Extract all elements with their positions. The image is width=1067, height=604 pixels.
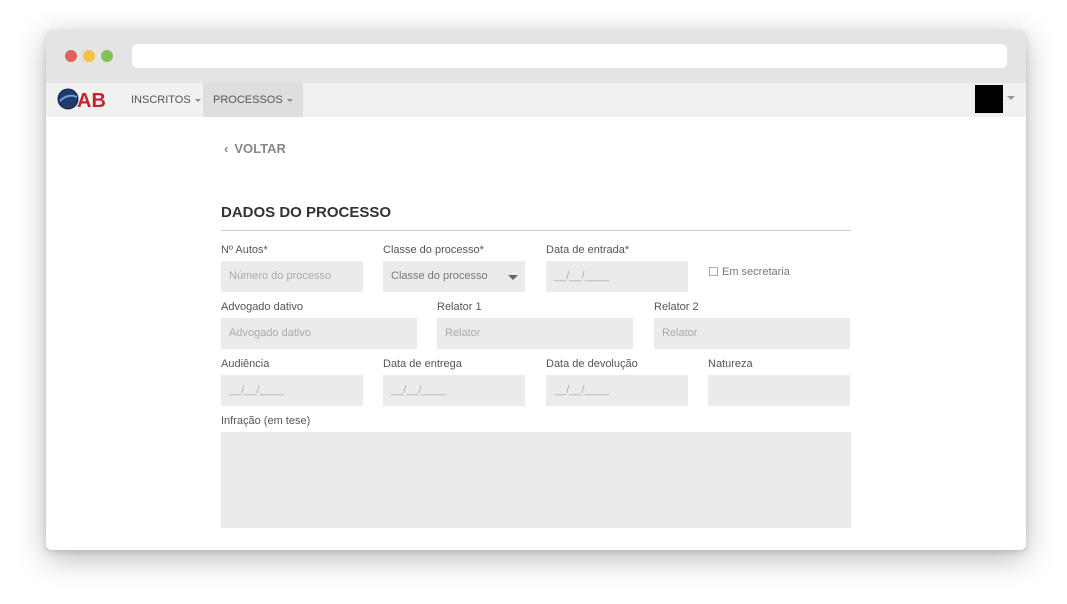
relator1-label: Relator 1	[437, 301, 482, 313]
classe-processo-label: Classe do processo*	[383, 244, 484, 256]
classe-processo-value: Classe do processo	[391, 270, 488, 282]
top-navbar: AB INSCRITOS PROCESSOS	[46, 83, 1026, 117]
maximize-window-button[interactable]	[101, 50, 113, 62]
close-window-button[interactable]	[65, 50, 77, 62]
browser-window: AB INSCRITOS PROCESSOS ‹ VOLTAR DADOS DO …	[46, 30, 1026, 550]
data-entrega-input[interactable]	[383, 375, 525, 406]
data-entrada-label: Data de entrada*	[546, 244, 630, 256]
data-entrega-label: Data de entrega	[383, 358, 462, 370]
natureza-label: Natureza	[708, 358, 753, 370]
user-menu-chevron-icon[interactable]	[1007, 96, 1015, 100]
infracao-textarea[interactable]	[221, 432, 851, 528]
numero-autos-label: Nº Autos*	[221, 244, 268, 256]
dropdown-arrow-icon	[508, 275, 518, 280]
nav-inscritos[interactable]: INSCRITOS	[121, 83, 211, 117]
section-divider	[221, 230, 851, 231]
natureza-input[interactable]	[708, 375, 850, 406]
em-secretaria-checkbox[interactable]	[709, 267, 718, 276]
minimize-window-button[interactable]	[83, 50, 95, 62]
advogado-dativo-label: Advogado dativo	[221, 301, 303, 313]
chevron-left-icon: ‹	[224, 141, 229, 156]
section-title: DADOS DO PROCESSO	[221, 204, 392, 221]
audiencia-label: Audiência	[221, 358, 270, 370]
chevron-down-icon	[286, 98, 293, 102]
data-devolucao-input[interactable]	[546, 375, 688, 406]
infracao-label: Infração (em tese)	[221, 415, 311, 427]
advogado-dativo-input[interactable]	[221, 318, 417, 349]
relator1-input[interactable]	[437, 318, 633, 349]
data-devolucao-label: Data de devolução	[546, 358, 638, 370]
audiencia-input[interactable]	[221, 375, 363, 406]
relator2-label: Relator 2	[654, 301, 699, 313]
address-bar[interactable]	[132, 44, 1007, 68]
user-avatar[interactable]	[975, 85, 1003, 113]
svg-text:AB: AB	[77, 90, 106, 111]
back-link[interactable]: ‹ VOLTAR	[224, 141, 286, 156]
numero-autos-input[interactable]	[221, 261, 363, 292]
oab-logo[interactable]: AB	[57, 87, 111, 111]
nav-processos-label: PROCESSOS	[213, 94, 283, 106]
em-secretaria-label: Em secretaria	[722, 266, 790, 278]
nav-processos[interactable]: PROCESSOS	[203, 83, 303, 117]
chevron-down-icon	[194, 98, 201, 102]
classe-processo-select[interactable]: Classe do processo	[383, 261, 525, 292]
browser-titlebar	[46, 30, 1026, 83]
relator2-input[interactable]	[654, 318, 850, 349]
data-entrada-input[interactable]	[546, 261, 688, 292]
back-label: VOLTAR	[234, 141, 286, 156]
nav-inscritos-label: INSCRITOS	[131, 94, 191, 106]
